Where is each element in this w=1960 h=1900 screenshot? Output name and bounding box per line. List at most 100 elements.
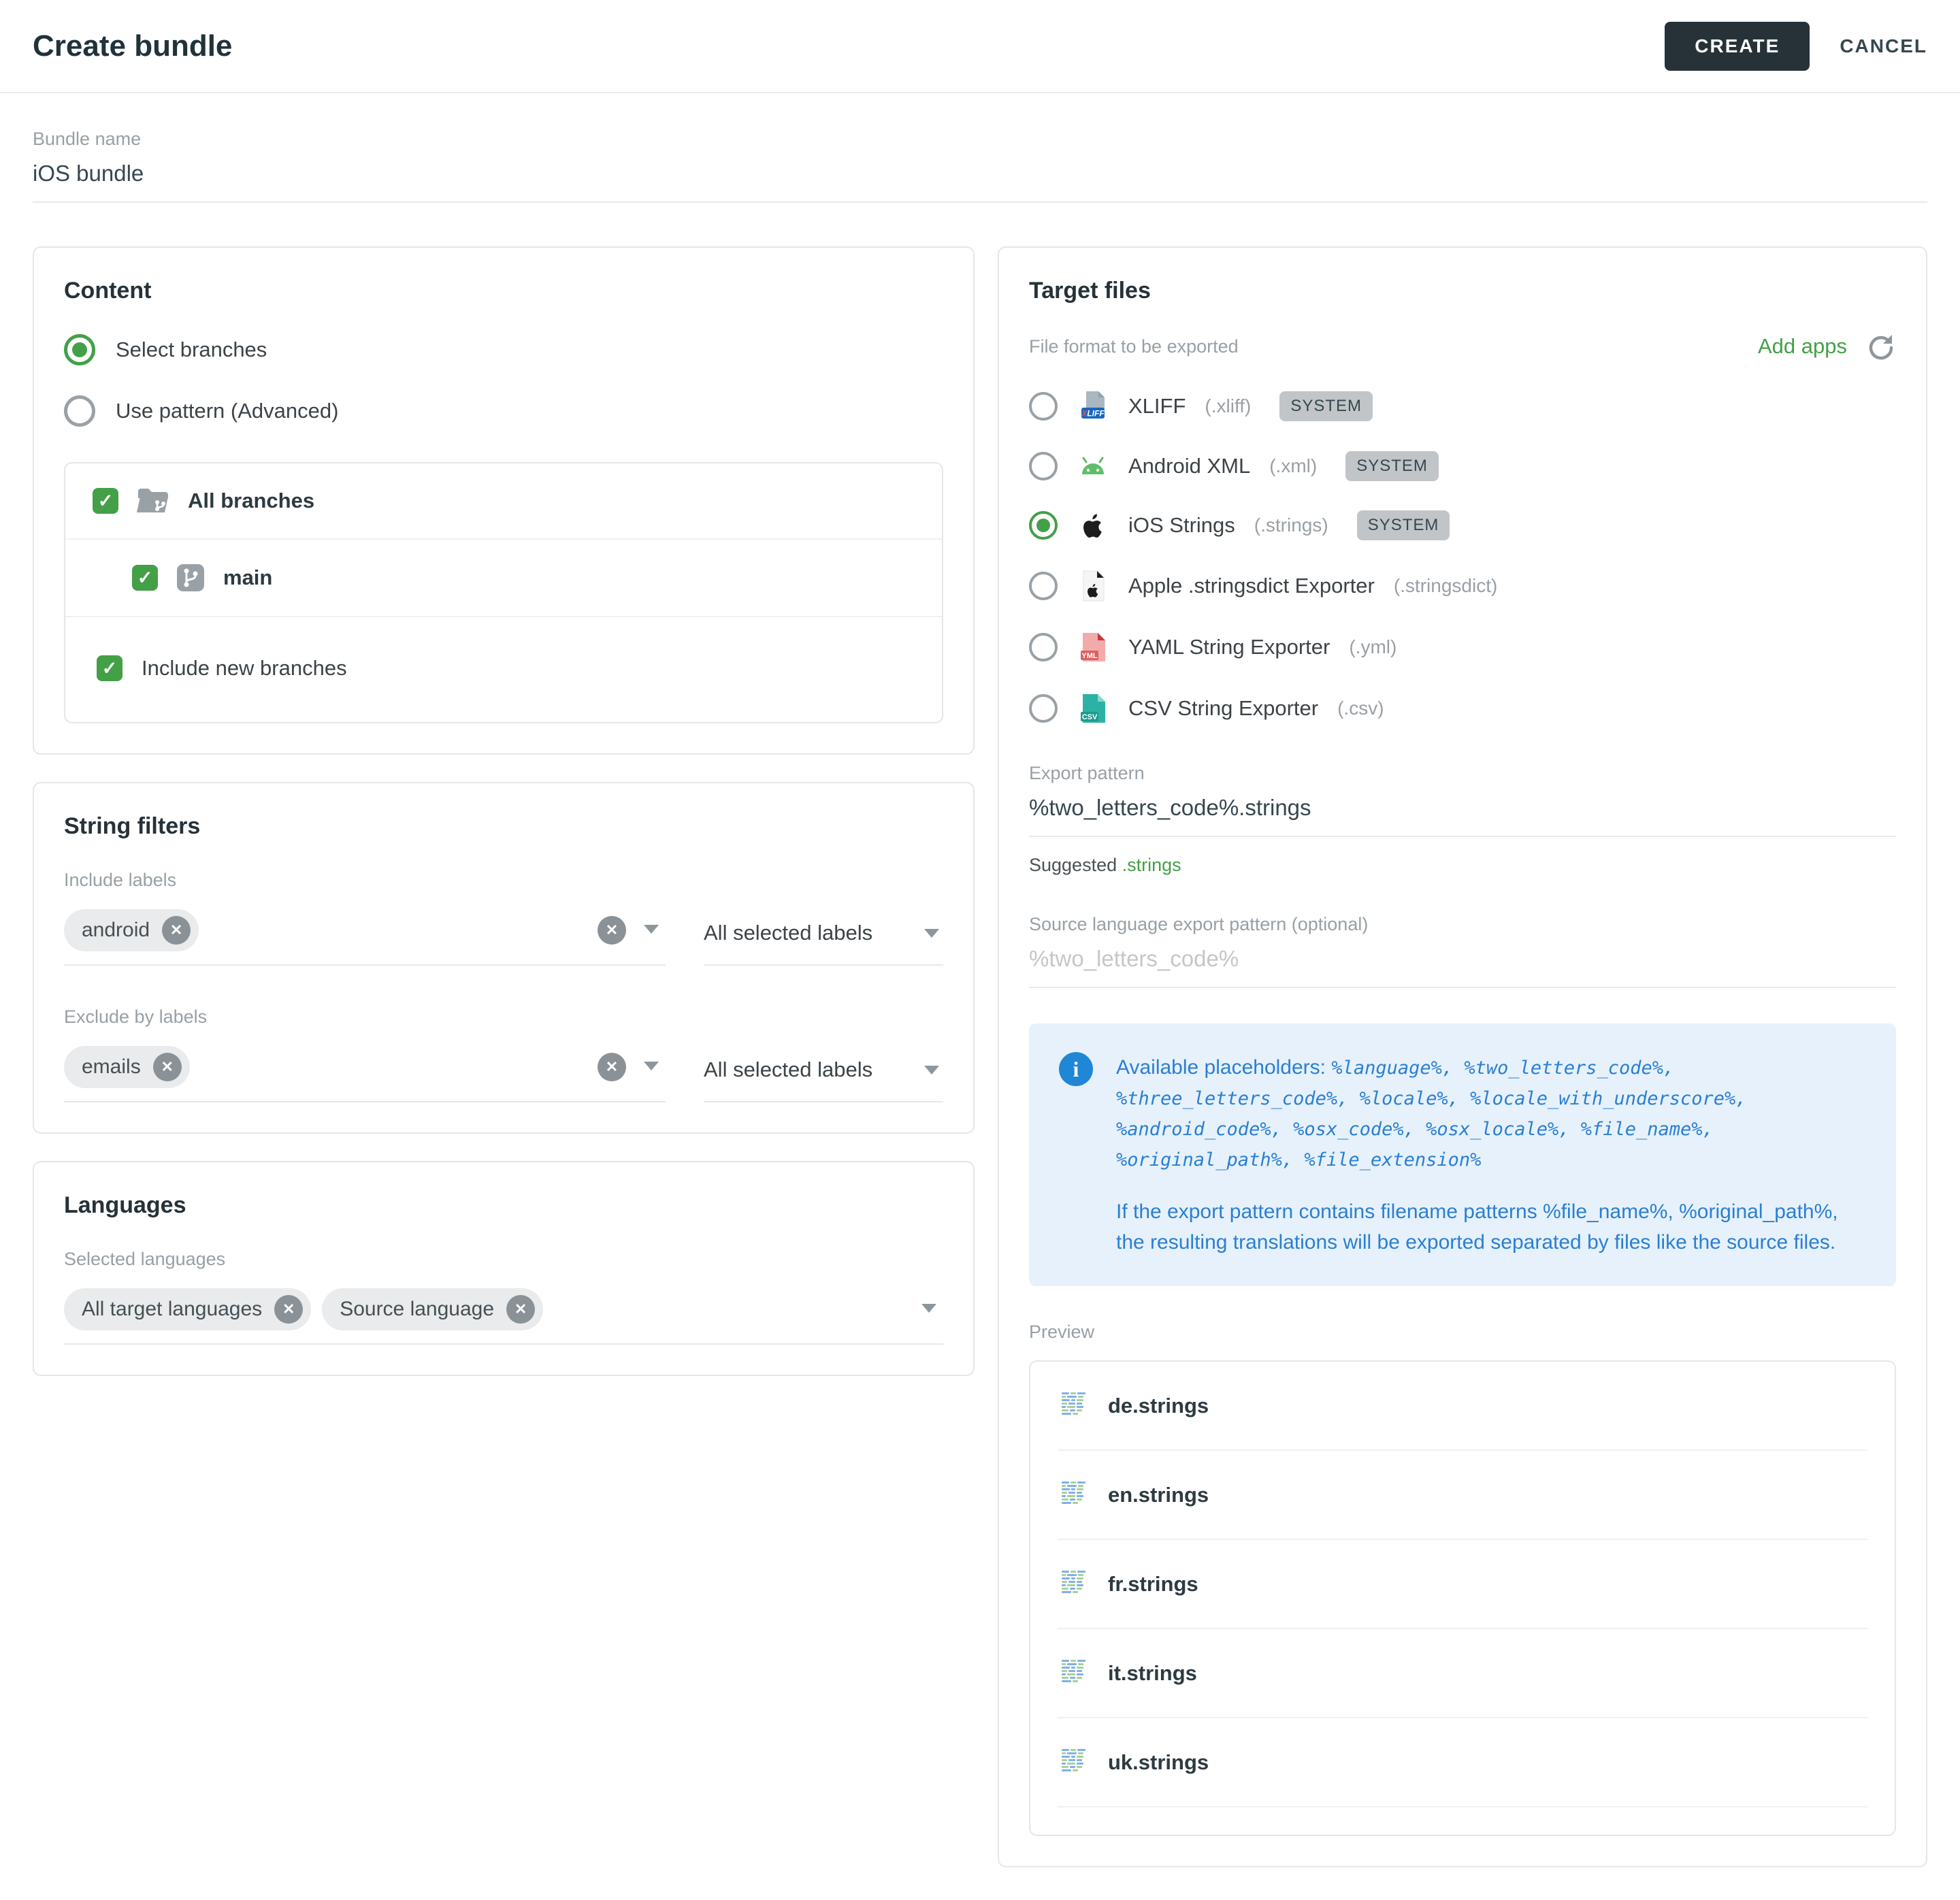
system-badge: SYSTEM (1357, 510, 1450, 540)
all-branches-row[interactable]: All branches (65, 463, 942, 540)
preview-file-row: uk.strings (1058, 1718, 1867, 1807)
include-mode-select[interactable]: All selected labels (704, 921, 943, 966)
radio-unselected-icon[interactable] (1029, 694, 1058, 723)
label-chip[interactable]: emails (64, 1046, 190, 1088)
radio-unselected-icon[interactable] (1029, 392, 1058, 421)
format-option-xliff[interactable]: XLIFF XLIFF (.xliff) SYSTEM (1029, 390, 1896, 423)
format-header: File format to be exported Add apps (1029, 331, 1896, 361)
branch-label: main (223, 566, 272, 590)
include-labels-row: android All selected labels (64, 903, 943, 966)
exclude-labels-input[interactable]: emails (64, 1040, 666, 1102)
refresh-icon[interactable] (1866, 331, 1896, 361)
system-badge: SYSTEM (1279, 391, 1373, 421)
chip-label: Source language (340, 1298, 494, 1321)
android-icon (1077, 453, 1109, 480)
format-name: CSV String Exporter (1128, 696, 1318, 721)
top-actions: CREATE CANCEL (1665, 22, 1927, 71)
radio-select-branches[interactable]: Select branches (64, 334, 943, 365)
checkbox-checked-icon[interactable] (132, 565, 158, 591)
target-files-card: Target files File format to be exported … (998, 246, 1927, 1867)
xliff-file-icon: XLIFF (1077, 390, 1109, 423)
caret-down-icon[interactable] (921, 1304, 936, 1313)
system-badge: SYSTEM (1345, 451, 1439, 481)
include-labels-input[interactable]: android (64, 903, 666, 966)
format-option-stringsdict[interactable]: Apple .stringsdict Exporter (.stringsdic… (1029, 570, 1896, 602)
apple-doc-icon (1077, 570, 1109, 602)
exclude-mode-select[interactable]: All selected labels (704, 1058, 943, 1102)
content-card: Content Select branches Use pattern (Adv… (33, 246, 975, 755)
info-note: If the export pattern contains filename … (1116, 1196, 1866, 1258)
radio-unselected-icon[interactable] (1029, 452, 1058, 480)
remove-chip-icon[interactable] (506, 1295, 535, 1324)
clear-all-icon[interactable] (598, 916, 626, 945)
radio-unselected-icon[interactable] (64, 395, 95, 427)
format-ext: (.strings) (1254, 514, 1328, 536)
file-format-label: File format to be exported (1029, 336, 1239, 357)
selected-languages-label: Selected languages (64, 1249, 943, 1270)
remove-chip-icon[interactable] (162, 916, 191, 945)
target-files-title: Target files (1029, 278, 1896, 304)
add-apps-link[interactable]: Add apps (1758, 334, 1847, 359)
format-name: Android XML (1128, 454, 1250, 478)
radio-label: Use pattern (Advanced) (116, 399, 338, 423)
radio-label: Select branches (116, 338, 267, 362)
suggested-extension-link[interactable]: .strings (1122, 855, 1181, 875)
format-ext: (.xml) (1269, 455, 1317, 477)
format-option-ios-strings[interactable]: iOS Strings (.strings) SYSTEM (1029, 510, 1896, 541)
bundle-name-input[interactable] (33, 150, 1927, 203)
yaml-file-icon: YML (1077, 631, 1109, 664)
strings-file-icon (1060, 1569, 1088, 1599)
format-option-csv[interactable]: CSV CSV String Exporter (.csv) (1029, 692, 1896, 725)
info-icon: i (1059, 1052, 1093, 1086)
radio-unselected-icon[interactable] (1029, 633, 1058, 661)
caret-down-icon[interactable] (644, 1062, 659, 1070)
format-ext: (.csv) (1337, 698, 1384, 719)
add-apps-wrap: Add apps (1758, 331, 1896, 361)
radio-selected-icon[interactable] (64, 334, 95, 365)
export-pattern-block: Export pattern (1029, 763, 1896, 837)
format-option-android-xml[interactable]: Android XML (.xml) SYSTEM (1029, 451, 1896, 481)
source-pattern-input[interactable] (1029, 935, 1896, 988)
language-chip[interactable]: Source language (322, 1288, 543, 1330)
string-filters-title: String filters (64, 813, 943, 840)
mode-select-value: All selected labels (704, 1058, 872, 1082)
strings-file-icon (1060, 1479, 1088, 1510)
checkbox-checked-icon[interactable] (93, 488, 118, 514)
format-name: Apple .stringsdict Exporter (1128, 574, 1375, 598)
radio-selected-icon[interactable] (1029, 511, 1058, 540)
language-chip[interactable]: All target languages (64, 1288, 311, 1330)
chip-label: android (82, 919, 150, 942)
cancel-button[interactable]: CANCEL (1840, 35, 1927, 57)
create-button[interactable]: CREATE (1665, 22, 1810, 71)
preview-file-name: en.strings (1108, 1483, 1209, 1507)
caret-down-icon[interactable] (644, 925, 659, 934)
remove-chip-icon[interactable] (274, 1295, 303, 1324)
caret-down-icon (924, 1066, 939, 1075)
radio-use-pattern[interactable]: Use pattern (Advanced) (64, 395, 943, 427)
checkbox-checked-icon[interactable] (97, 655, 122, 681)
preview-file-row: de.strings (1058, 1362, 1867, 1451)
apple-icon (1077, 510, 1109, 541)
string-filters-card: String filters Include labels android Al… (33, 782, 975, 1134)
main-content: Content Select branches Use pattern (Adv… (33, 246, 1927, 1867)
caret-down-icon (924, 929, 939, 938)
remove-chip-icon[interactable] (153, 1053, 182, 1081)
csv-file-icon: CSV (1077, 692, 1109, 725)
languages-input[interactable]: All target languages Source language (64, 1282, 943, 1345)
label-chip[interactable]: android (64, 909, 199, 951)
include-new-branches-row[interactable]: Include new branches (65, 617, 942, 722)
format-option-yaml[interactable]: YML YAML String Exporter (.yml) (1029, 631, 1896, 664)
chip-label: emails (82, 1055, 141, 1079)
mode-select-value: All selected labels (704, 921, 872, 945)
include-labels-label: Include labels (64, 870, 943, 891)
suggested-row: Suggested .strings (1029, 855, 1896, 876)
strings-file-icon (1060, 1747, 1088, 1778)
branch-row-main[interactable]: main (65, 540, 942, 617)
branch-label: All branches (188, 489, 314, 513)
clear-all-icon[interactable] (598, 1053, 626, 1081)
preview-file-row: fr.strings (1058, 1540, 1867, 1629)
svg-text:CSV: CSV (1082, 713, 1098, 721)
export-pattern-input[interactable] (1029, 784, 1896, 837)
strings-file-icon (1060, 1390, 1088, 1421)
radio-unselected-icon[interactable] (1029, 572, 1058, 600)
